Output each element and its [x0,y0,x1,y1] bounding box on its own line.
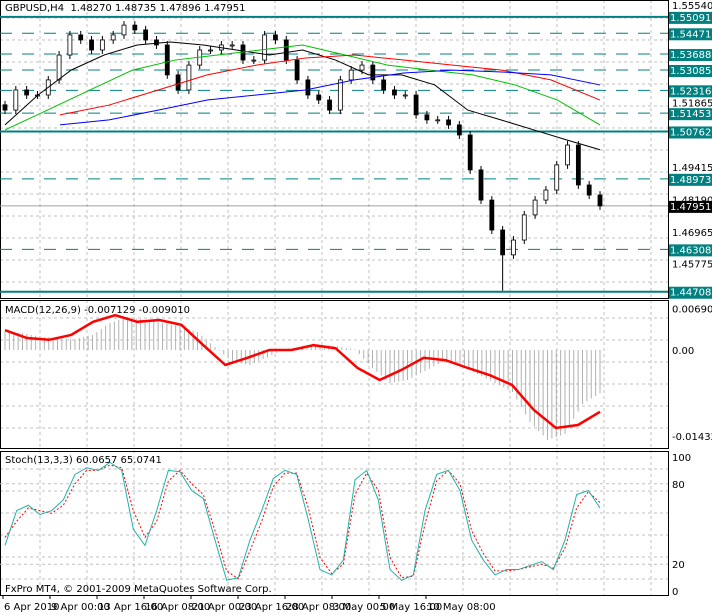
ma-line-green [4,44,601,131]
price-tick: 1.49415 [672,163,712,174]
level-label: 1.53085 [670,66,711,77]
candle-body [110,34,116,41]
candle-body [56,54,62,81]
stoch-main-line [4,461,601,581]
current-price-label: 1.47951 [670,202,711,213]
price-tick: 1.45775 [672,259,712,270]
level-label: 1.50762 [670,127,711,138]
candle-body [478,169,484,201]
stoch-tick: 100 [672,453,691,464]
candle-body [467,134,473,171]
macd-tick: 0.00 [672,346,694,357]
candle-body [78,34,84,41]
candle-body [2,104,8,111]
level-label: 1.44708 [670,288,711,299]
price-tick: 1.46965 [672,228,712,239]
candle-body [186,64,192,91]
level-label: 1.48973 [670,175,711,186]
candle-body [154,39,159,46]
candle-body [13,89,19,111]
macd-label: MACD(12,26,9) -0.007129 -0.009010 [5,305,190,316]
candle-body [435,119,441,122]
high-value: 1.48735 [114,3,157,14]
candle-body [327,99,332,111]
candle-body [359,64,365,71]
candle-body [67,34,73,56]
candle-body [316,94,322,101]
candle-body [208,49,213,52]
level-label: 1.52316 [670,86,711,97]
stoch-label: Stoch(13,3,3) 60.0657 65.0741 [5,455,162,466]
candle-body [586,184,592,196]
candle-body [381,79,387,91]
panel-border [0,451,669,596]
candle-body [99,39,105,51]
macd-tick: 0.00690 [672,305,712,316]
symbol-label: GBPUSD,H4 [5,3,65,14]
candle-body [251,59,257,62]
price-header: GBPUSD,H4 1.48270 1.48735 1.47896 1.4795… [5,3,245,14]
candle-body [24,89,30,96]
macd-signal-line [4,313,601,430]
candle-body [143,29,149,41]
candle-body [446,119,451,126]
candle-body [456,124,462,136]
level-label: 1.54471 [670,29,711,40]
candle-body [597,194,603,207]
stoch-signal-line [4,464,601,580]
candle-body [229,44,235,47]
candle-body [273,34,278,41]
low-value: 1.47896 [159,3,201,14]
candle-body [392,89,397,96]
price-tick: 1.51865 [672,98,712,109]
candle-body [348,69,354,81]
close-value: 1.47951 [204,3,246,14]
candle-body [424,114,430,121]
candle-body [402,94,408,97]
candle-body [262,34,268,61]
candle-body [500,229,506,256]
stoch-tick: 20 [672,560,685,571]
x-tick-label: 10 May 08:00 [427,602,496,613]
candle-body [521,214,527,241]
level-label: 1.55091 [670,13,711,24]
level-label: 1.53688 [670,50,711,61]
level-label: 1.46308 [670,245,711,256]
candle-body [283,39,289,61]
stoch-tick: 80 [672,480,685,491]
candle-body [565,144,570,166]
candle-body [337,79,343,111]
level-label: 1.51453 [670,109,711,120]
candle-body [532,199,538,216]
candle-body [511,239,516,256]
candle-body [164,44,170,76]
candle-body [294,59,300,81]
chart-window: 1.54471 1.53688 1.53085 1.52316 1.51453 1.489… [0,0,712,615]
copyright-label: FxPro MT4, © 2001-2009 MetaQuotes Softwa… [5,584,272,595]
candle-body [543,189,549,201]
candle-body [554,164,560,191]
candle-body [132,24,138,31]
candle-body [489,199,495,231]
candle-body [89,39,94,51]
stoch-tick: 0 [672,587,678,598]
candle-body [305,79,311,96]
price-tick: 1.55540 [672,1,712,12]
macd-tick: -0.01432 [672,432,712,443]
candle-body [175,74,181,91]
candle-body [121,24,127,36]
open-value: 1.48270 [70,3,112,14]
candle-body [413,94,419,116]
candle-body [575,144,581,186]
